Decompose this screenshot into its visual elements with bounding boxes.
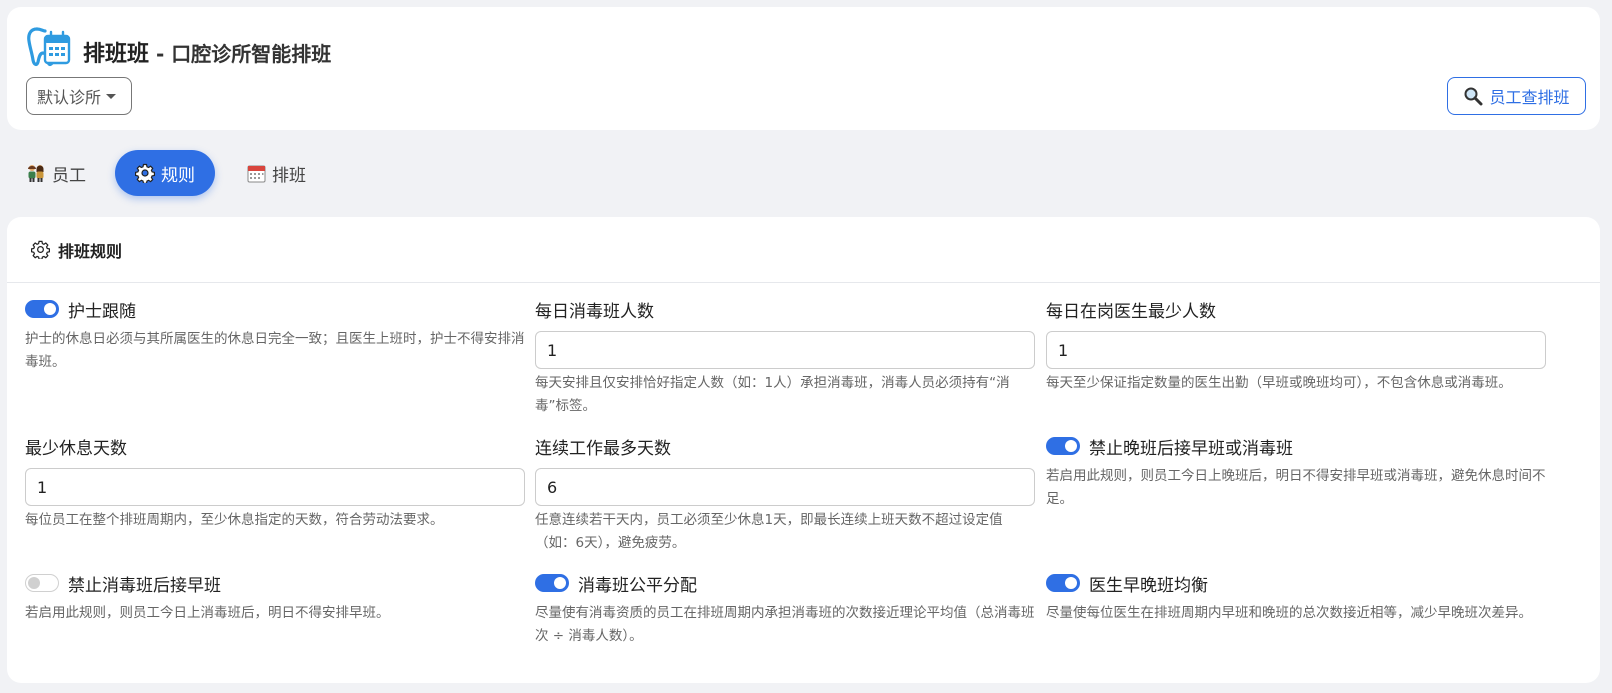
rule-label: 医生早晚班均衡	[1089, 575, 1208, 596]
rule-label: 连续工作最多天数	[535, 438, 671, 459]
gear-icon	[135, 163, 155, 183]
clinic-select[interactable]: 默认诊所	[26, 77, 132, 115]
rule-label: 护士跟随	[68, 301, 136, 322]
rule-description: 每位员工在整个排班周期内，至少休息指定的天数，符合劳动法要求。	[25, 512, 444, 528]
daily-disinfect-count-input[interactable]	[535, 331, 1035, 369]
max-consecutive-days-input[interactable]	[535, 468, 1035, 506]
rule-description: 尽量使每位医生在排班周期内早班和晚班的总次数接近相等，减少早晚班次差异。	[1046, 605, 1532, 621]
rules-card-title: 排班规则	[58, 241, 123, 261]
rule-doctor-shift-balance: 医生早晚班均衡 尽量使每位医生在排班周期内早班和晚班的总次数接近相等，减少早晚班…	[1046, 571, 1546, 625]
min-doctors-input[interactable]	[1046, 331, 1546, 369]
rule-description: 尽量使有消毒资质的员工在排班周期内承担消毒班的次数接近理论平均值（总消毒班次 ÷…	[535, 605, 1035, 644]
tab-rules-label: 规则	[161, 165, 195, 186]
people-icon	[28, 165, 44, 182]
rule-description: 若启用此规则，则员工今日上晚班后，明日不得安排早班或消毒班，避免休息时间不足。	[1046, 468, 1546, 507]
rule-label: 消毒班公平分配	[578, 575, 697, 596]
staff-schedule-lookup-label: 员工查排班	[1489, 88, 1570, 107]
app-name: 排班班	[83, 42, 150, 67]
tab-schedule[interactable]: 排班	[247, 150, 306, 196]
search-icon	[1464, 87, 1483, 106]
tab-staff-label: 员工	[52, 165, 86, 186]
app-subtitle: - 口腔诊所智能排班	[156, 42, 332, 66]
rules-card: 排班规则 护士跟随 护士的休息日必须与其所属医生的休息日完全一致；且医生上班时，…	[7, 217, 1600, 683]
rule-max-consecutive-days: 连续工作最多天数 任意连续若干天内，员工必须至少休息1天，即最长连续上班天数不超…	[535, 434, 1035, 555]
rules-card-header: 排班规则	[7, 217, 1600, 283]
min-rest-days-input[interactable]	[25, 468, 525, 506]
tab-rules[interactable]: 规则	[115, 150, 215, 196]
disinfect-fair-distribution-toggle[interactable]	[535, 574, 569, 592]
nurse-follow-toggle[interactable]	[25, 300, 59, 318]
rule-no-early-after-disinfect: 禁止消毒班后接早班 若启用此规则，则员工今日上消毒班后，明日不得安排早班。	[25, 571, 525, 625]
rule-label: 每日在岗医生最少人数	[1046, 301, 1216, 322]
rule-label: 禁止消毒班后接早班	[68, 575, 221, 596]
no-early-after-late-toggle[interactable]	[1046, 437, 1080, 455]
doctor-shift-balance-toggle[interactable]	[1046, 574, 1080, 592]
header-card: 排班班 - 口腔诊所智能排班 默认诊所 员工查排班	[7, 7, 1600, 130]
rule-description: 每天至少保证指定数量的医生出勤（早班或晚班均可），不包含休息或消毒班。	[1046, 375, 1512, 391]
rule-disinfect-fair-distribution: 消毒班公平分配 尽量使有消毒资质的员工在排班周期内承担消毒班的次数接近理论平均值…	[535, 571, 1035, 648]
no-early-after-disinfect-toggle[interactable]	[25, 574, 59, 592]
rule-label: 每日消毒班人数	[535, 301, 654, 322]
staff-schedule-lookup-button[interactable]: 员工查排班	[1447, 77, 1586, 115]
chevron-down-icon	[106, 93, 117, 99]
rule-label: 禁止晚班后接早班或消毒班	[1089, 438, 1293, 459]
rule-description: 若启用此规则，则员工今日上消毒班后，明日不得安排早班。	[25, 605, 390, 621]
tab-staff[interactable]: 员工	[26, 150, 86, 196]
rule-description: 任意连续若干天内，员工必须至少休息1天，即最长连续上班天数不超过设定值（如：6天…	[535, 512, 1003, 551]
rule-no-early-after-late: 禁止晚班后接早班或消毒班 若启用此规则，则员工今日上晚班后，明日不得安排早班或消…	[1046, 434, 1546, 511]
rule-min-doctors: 每日在岗医生最少人数 每天至少保证指定数量的医生出勤（早班或晚班均可），不包含休…	[1046, 297, 1546, 395]
clinic-select-value: 默认诊所	[37, 88, 102, 107]
rule-daily-disinfect-count: 每日消毒班人数 每天安排且仅安排恰好指定人数（如：1人）承担消毒班，消毒人员必须…	[535, 297, 1035, 418]
tooth-calendar-logo-icon	[27, 27, 71, 67]
calendar-icon	[247, 165, 266, 182]
rule-description: 每天安排且仅安排恰好指定人数（如：1人）承担消毒班，消毒人员必须持有“消毒”标签…	[535, 375, 1010, 414]
rule-nurse-follow: 护士跟随 护士的休息日必须与其所属医生的休息日完全一致；且医生上班时，护士不得安…	[25, 297, 525, 374]
rule-description: 护士的休息日必须与其所属医生的休息日完全一致；且医生上班时，护士不得安排消毒班。	[25, 331, 525, 370]
rule-min-rest-days: 最少休息天数 每位员工在整个排班周期内，至少休息指定的天数，符合劳动法要求。	[25, 434, 525, 532]
app-title: 排班班 - 口腔诊所智能排班	[83, 36, 331, 68]
rule-label: 最少休息天数	[25, 438, 127, 459]
tab-schedule-label: 排班	[272, 165, 306, 186]
gear-icon	[31, 240, 50, 259]
